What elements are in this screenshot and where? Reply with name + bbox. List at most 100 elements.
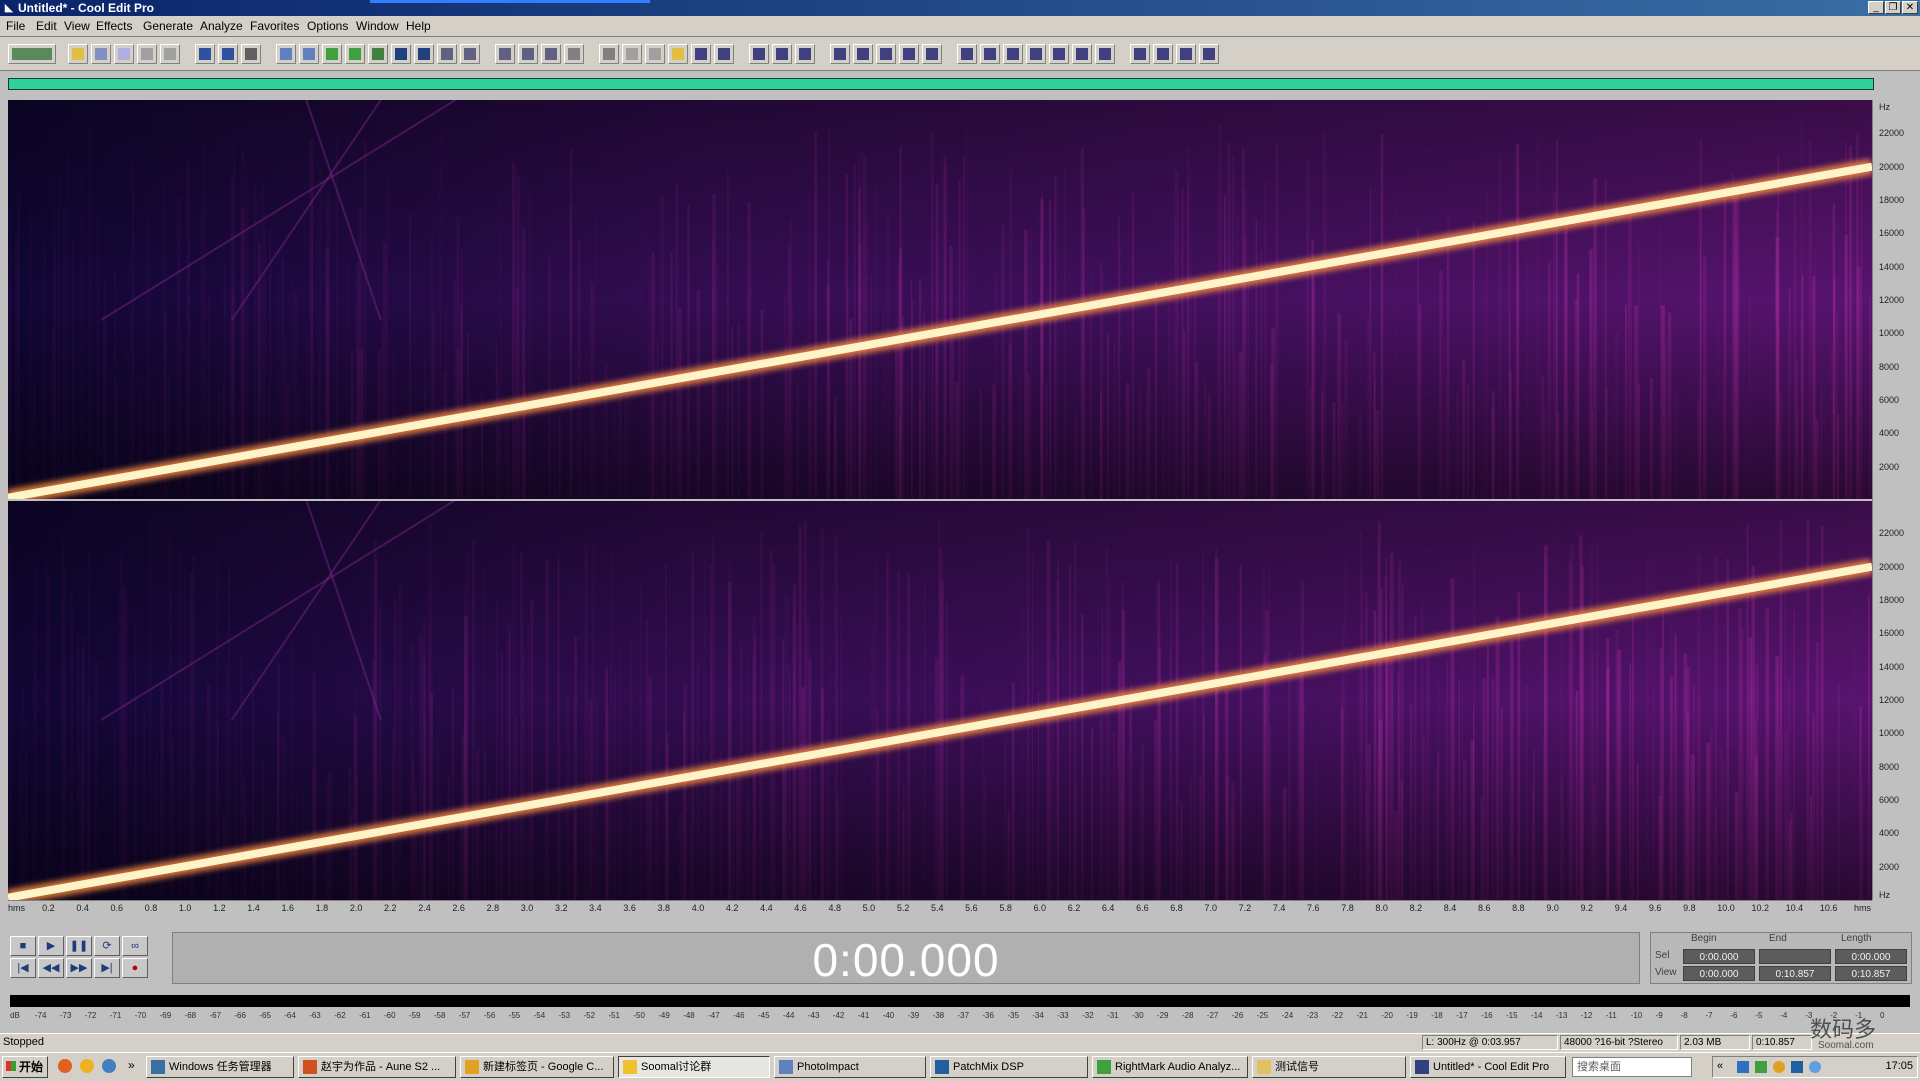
- echo-button[interactable]: [853, 44, 873, 64]
- rewind-button[interactable]: ◀◀: [38, 958, 64, 978]
- sel-length-field[interactable]: 0:00.000: [1835, 949, 1907, 964]
- eq-button[interactable]: [980, 44, 1000, 64]
- pause-button[interactable]: ❚❚: [66, 936, 92, 956]
- undo-button[interactable]: [195, 44, 215, 64]
- multitrack-toggle-button[interactable]: [8, 44, 56, 64]
- tray-app-icon[interactable]: [1755, 1061, 1767, 1073]
- help-button[interactable]: [668, 44, 688, 64]
- phase-button[interactable]: [1130, 44, 1150, 64]
- delay-button[interactable]: [830, 44, 850, 64]
- loop-button[interactable]: ∞: [122, 936, 148, 956]
- network-icon[interactable]: [1737, 1061, 1749, 1073]
- batch-button[interactable]: [1176, 44, 1196, 64]
- close-button[interactable]: [160, 44, 180, 64]
- taskbar-button[interactable]: 新建标签页 - Google C...: [460, 1056, 614, 1078]
- firefox-icon[interactable]: [58, 1059, 72, 1073]
- sel-end-field[interactable]: [1759, 949, 1831, 964]
- messenger-icon[interactable]: [1773, 1061, 1785, 1073]
- volume-icon[interactable]: [1791, 1061, 1803, 1073]
- zoom-out-button[interactable]: [414, 44, 434, 64]
- redo-button[interactable]: [218, 44, 238, 64]
- play-button[interactable]: ▶: [38, 936, 64, 956]
- taskbar-button[interactable]: 赵宇为作品 - Aune S2 ...: [298, 1056, 456, 1078]
- go-to-start-button[interactable]: |◀: [10, 958, 36, 978]
- sel-begin-field[interactable]: 0:00.000: [1683, 949, 1755, 964]
- menu-options[interactable]: Options: [307, 19, 348, 33]
- view-length-field[interactable]: 0:10.857: [1835, 966, 1907, 981]
- time-ruler[interactable]: hms 0.2 0.4 0.6 0.8 1.0 1.2 1.4 1.6 1.8 2.0 2.2 2.4 2…: [8, 900, 1872, 915]
- zoom-left-button[interactable]: [460, 44, 480, 64]
- settings-button[interactable]: [622, 44, 642, 64]
- menu-favorites[interactable]: Favorites: [250, 19, 299, 33]
- restore-button[interactable]: ❐: [1885, 1, 1901, 14]
- taskbar-button[interactable]: PhotoImpact: [774, 1056, 926, 1078]
- close-button[interactable]: ✕: [1902, 1, 1918, 14]
- fast-forward-button[interactable]: ▶▶: [66, 958, 92, 978]
- generate-noise-button[interactable]: [1072, 44, 1092, 64]
- menu-file[interactable]: File: [6, 19, 25, 33]
- chorus-button[interactable]: [922, 44, 942, 64]
- chrome-icon[interactable]: [80, 1059, 94, 1073]
- save-as-button[interactable]: [137, 44, 157, 64]
- menu-generate[interactable]: Generate: [143, 19, 193, 33]
- mix-paste-button[interactable]: [345, 44, 365, 64]
- title-bar[interactable]: ◣ Untitled* - Cool Edit Pro _ ❐ ✕: [0, 0, 1920, 16]
- menu-edit[interactable]: Edit: [36, 19, 57, 33]
- cue-list-button[interactable]: [564, 44, 584, 64]
- tray-expand-icon[interactable]: «: [1717, 1060, 1723, 1072]
- taskbar-button[interactable]: Windows 任务管理器: [146, 1056, 294, 1078]
- scripts-button[interactable]: [1199, 44, 1219, 64]
- view-end-field[interactable]: 0:10.857: [1759, 966, 1831, 981]
- taskbar-button[interactable]: PatchMix DSP: [930, 1056, 1088, 1078]
- analyze-frequency-button[interactable]: [1095, 44, 1115, 64]
- zoom-right-button[interactable]: [495, 44, 515, 64]
- stop-button[interactable]: ■: [10, 936, 36, 956]
- desktop-search-input[interactable]: 搜索桌面: [1572, 1057, 1692, 1077]
- normalize-button[interactable]: [772, 44, 792, 64]
- taskbar-button[interactable]: Untitled* - Cool Edit Pro: [1410, 1056, 1566, 1078]
- open-button[interactable]: [91, 44, 111, 64]
- app-icon[interactable]: ◣: [2, 1, 16, 15]
- trim-button[interactable]: [368, 44, 388, 64]
- amplify-button[interactable]: [691, 44, 711, 64]
- reverb-button[interactable]: [876, 44, 896, 64]
- menu-window[interactable]: Window: [356, 19, 399, 33]
- info-button[interactable]: [645, 44, 665, 64]
- envelope-button[interactable]: [714, 44, 734, 64]
- copy-button[interactable]: [276, 44, 296, 64]
- zoom-in-button[interactable]: [391, 44, 411, 64]
- menu-help[interactable]: Help: [406, 19, 431, 33]
- clock[interactable]: 17:05: [1885, 1060, 1913, 1072]
- ie-icon[interactable]: [102, 1059, 116, 1073]
- stretch-button[interactable]: [1026, 44, 1046, 64]
- fade-button[interactable]: [749, 44, 769, 64]
- play-to-end-button[interactable]: ⟳: [94, 936, 120, 956]
- menu-effects[interactable]: Effects: [96, 19, 132, 33]
- play-list-button[interactable]: [599, 44, 619, 64]
- menu-analyze[interactable]: Analyze: [200, 19, 243, 33]
- go-to-end-button[interactable]: ▶|: [94, 958, 120, 978]
- taskbar-button[interactable]: 测试信号: [1252, 1056, 1406, 1078]
- right-channel-spectrum[interactable]: [8, 499, 1872, 900]
- save-button[interactable]: [114, 44, 134, 64]
- record-button[interactable]: ●: [122, 958, 148, 978]
- waveform-view-button[interactable]: [518, 44, 538, 64]
- left-channel-spectrum[interactable]: [8, 100, 1872, 506]
- generate-tone-button[interactable]: [1049, 44, 1069, 64]
- start-button[interactable]: 开始: [2, 1056, 48, 1078]
- spectrogram-canvas[interactable]: [8, 100, 1872, 900]
- minimize-button[interactable]: _: [1868, 1, 1884, 14]
- menu-view[interactable]: View: [64, 19, 90, 33]
- filter-button[interactable]: [957, 44, 977, 64]
- zoom-full-button[interactable]: [437, 44, 457, 64]
- flanger-button[interactable]: [899, 44, 919, 64]
- noise-reduction-button[interactable]: [795, 44, 815, 64]
- cut-button[interactable]: [241, 44, 261, 64]
- quicklaunch-more-icon[interactable]: »: [128, 1058, 135, 1072]
- view-begin-field[interactable]: 0:00.000: [1683, 966, 1755, 981]
- paste-new-button[interactable]: [322, 44, 342, 64]
- spectral-view[interactable]: [8, 100, 1872, 900]
- spectral-view-button[interactable]: [541, 44, 561, 64]
- new-button[interactable]: [68, 44, 88, 64]
- paste-button[interactable]: [299, 44, 319, 64]
